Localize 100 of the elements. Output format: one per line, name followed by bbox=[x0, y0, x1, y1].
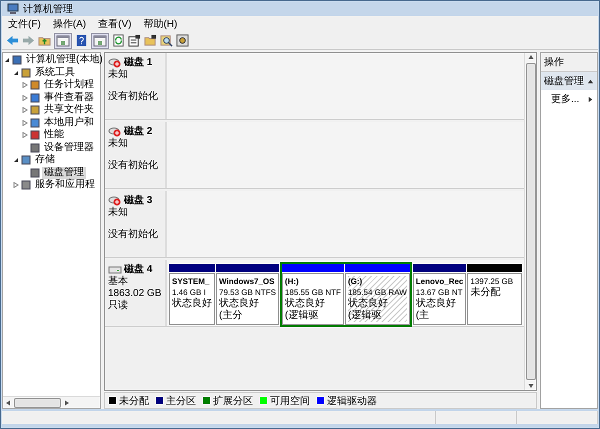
disk-type: 未知 bbox=[108, 69, 129, 81]
collapse-arrow-icon[interactable] bbox=[4, 57, 10, 64]
legend-label: 未分配 bbox=[119, 394, 149, 408]
partition-name: SYSTEM_ bbox=[172, 276, 210, 287]
tree-item[interactable]: 服务和应用程 bbox=[33, 179, 97, 192]
partition-status: 状态良好 (主分 bbox=[219, 298, 259, 322]
partition-name: Lenovo_Rec bbox=[416, 276, 464, 287]
tree-item[interactable]: 性能 bbox=[42, 129, 66, 142]
partition-status: 状态良好 (逻辑驱 bbox=[284, 298, 325, 322]
tree-item[interactable]: 磁盘管理 bbox=[42, 166, 86, 179]
partition-size: 1.46 GB I bbox=[172, 287, 207, 298]
scroll-down-icon[interactable] bbox=[528, 383, 534, 389]
disk-status: 只读 bbox=[108, 300, 129, 312]
search-icon[interactable] bbox=[160, 34, 173, 47]
disk-type: 未知 bbox=[108, 207, 129, 219]
refresh-icon[interactable] bbox=[112, 34, 125, 47]
partition-size: 79.53 GB NTFS bbox=[219, 287, 276, 298]
actions-header: 操作 bbox=[541, 53, 597, 72]
expand-arrow-icon[interactable] bbox=[22, 107, 28, 114]
scroll-right-icon[interactable] bbox=[64, 400, 70, 406]
collapse-arrow-icon[interactable] bbox=[587, 78, 594, 84]
properties-icon[interactable] bbox=[128, 34, 141, 47]
node-icon bbox=[30, 80, 40, 90]
tree-item[interactable]: 本地用户和 bbox=[42, 116, 96, 129]
scroll-up-icon[interactable] bbox=[528, 54, 534, 60]
tree-item[interactable]: 存储 bbox=[33, 154, 57, 166]
node-icon bbox=[12, 55, 22, 66]
disk-size: 1863.02 GB bbox=[108, 288, 162, 300]
tree-item[interactable]: 计算机管理(本地) bbox=[24, 54, 105, 66]
disk-info-panel[interactable]: 磁盘 1 未知 没有初始化 bbox=[105, 53, 167, 119]
partition-name: (G:) bbox=[348, 276, 364, 287]
expand-arrow-icon[interactable] bbox=[22, 82, 28, 88]
collapse-arrow-icon[interactable] bbox=[13, 157, 19, 164]
disk-status: 没有初始化 bbox=[108, 229, 159, 241]
window-title: 计算机管理 bbox=[23, 2, 73, 16]
expand-arrow-icon[interactable] bbox=[22, 120, 28, 126]
expand-arrow-icon[interactable] bbox=[13, 182, 19, 188]
partition-block[interactable]: 1397.25 GB 未分配 bbox=[467, 264, 522, 325]
scroll-left-icon[interactable] bbox=[5, 400, 11, 406]
partition-block[interactable]: (G:) 185.54 GB RAW 状态良好 (逻辑驱 bbox=[344, 264, 410, 325]
legend-label: 扩展分区 bbox=[213, 394, 253, 408]
action-link[interactable]: 更多... bbox=[551, 92, 580, 106]
menu-item[interactable]: 帮助(H) bbox=[143, 17, 178, 31]
partition-size: 13.67 GB NT bbox=[416, 287, 464, 298]
node-icon bbox=[30, 92, 40, 103]
help-icon[interactable] bbox=[75, 34, 88, 47]
panel-icon[interactable] bbox=[91, 32, 109, 48]
partition-block[interactable]: Windows7_OS 79.53 GB NTFS 状态良好 (主分 bbox=[216, 264, 279, 325]
tree-item[interactable]: 任务计划程 bbox=[42, 79, 96, 92]
disk-name: 磁盘 2 bbox=[124, 126, 152, 138]
right-arrow-icon bbox=[587, 96, 594, 102]
back-arrow-icon[interactable] bbox=[6, 34, 19, 47]
menu-item[interactable]: 操作(A) bbox=[52, 17, 86, 31]
partition-block[interactable]: SYSTEM_ 1.46 GB I 状态良好 bbox=[169, 264, 215, 325]
tree-item[interactable]: 共享文件夹 bbox=[42, 104, 96, 116]
menu-item[interactable]: 查看(V) bbox=[98, 17, 132, 31]
partition-block[interactable]: Lenovo_Rec 13.67 GB NT 状态良好 (主 bbox=[412, 264, 466, 325]
node-icon bbox=[30, 130, 40, 140]
tree-item[interactable]: 设备管理器 bbox=[42, 142, 96, 154]
vertical-scrollbar[interactable] bbox=[524, 53, 536, 390]
disk-type: 未知 bbox=[108, 138, 129, 150]
partition-size: 185.54 GB RAW bbox=[348, 287, 407, 298]
folder-icon[interactable] bbox=[144, 34, 157, 47]
partition-status: 未分配 bbox=[470, 287, 500, 299]
node-icon bbox=[21, 155, 31, 166]
menu-item[interactable]: 文件(F) bbox=[8, 17, 41, 31]
expand-arrow-icon[interactable] bbox=[22, 94, 28, 101]
disk-name: 磁盘 4 bbox=[124, 264, 152, 276]
disk-warning-icon bbox=[108, 127, 122, 137]
disk-warning-icon bbox=[108, 58, 122, 68]
expand-arrow-icon[interactable] bbox=[22, 132, 28, 138]
disk-status: 没有初始化 bbox=[108, 91, 159, 103]
disk-status: 没有初始化 bbox=[108, 160, 159, 172]
node-icon bbox=[30, 168, 40, 178]
horizontal-scrollbar[interactable] bbox=[3, 396, 100, 408]
partition-name: Windows7_OS bbox=[219, 276, 276, 287]
disk-name: 磁盘 1 bbox=[124, 57, 152, 69]
legend-label: 主分区 bbox=[166, 394, 196, 408]
disk-type: 基本 bbox=[108, 276, 129, 288]
legend-label: 逻辑驱动器 bbox=[327, 394, 377, 408]
disk-info-panel[interactable]: 磁盘 4 基本 1863.02 GB 只读 bbox=[105, 260, 167, 326]
partition-status: 状态良好 (逻辑驱 bbox=[348, 298, 388, 322]
tree-item[interactable]: 事件查看器 bbox=[42, 92, 96, 104]
disk-info-panel[interactable]: 磁盘 2 未知 没有初始化 bbox=[105, 122, 167, 188]
node-icon bbox=[21, 180, 31, 190]
partition-size: 1397.25 GB bbox=[470, 276, 514, 286]
disk-warning-icon bbox=[108, 196, 122, 206]
tree-item[interactable]: 系统工具 bbox=[33, 66, 77, 79]
partition-name: (H:) bbox=[284, 276, 300, 287]
partition-block[interactable]: (H:) 185.55 GB NTF 状态良好 (逻辑驱 bbox=[282, 264, 344, 325]
node-icon bbox=[30, 118, 40, 128]
collapse-arrow-icon[interactable] bbox=[13, 70, 19, 76]
legend-label: 可用空间 bbox=[270, 394, 310, 408]
node-icon bbox=[30, 142, 40, 153]
section-header[interactable]: 磁盘管理 bbox=[541, 72, 597, 90]
disk-info-panel[interactable]: 磁盘 3 未知 没有初始化 bbox=[105, 191, 167, 257]
partition-status: 状态良好 bbox=[172, 298, 212, 310]
panel-icon[interactable] bbox=[54, 32, 72, 48]
node-icon bbox=[21, 68, 31, 78]
node-icon bbox=[30, 105, 40, 116]
